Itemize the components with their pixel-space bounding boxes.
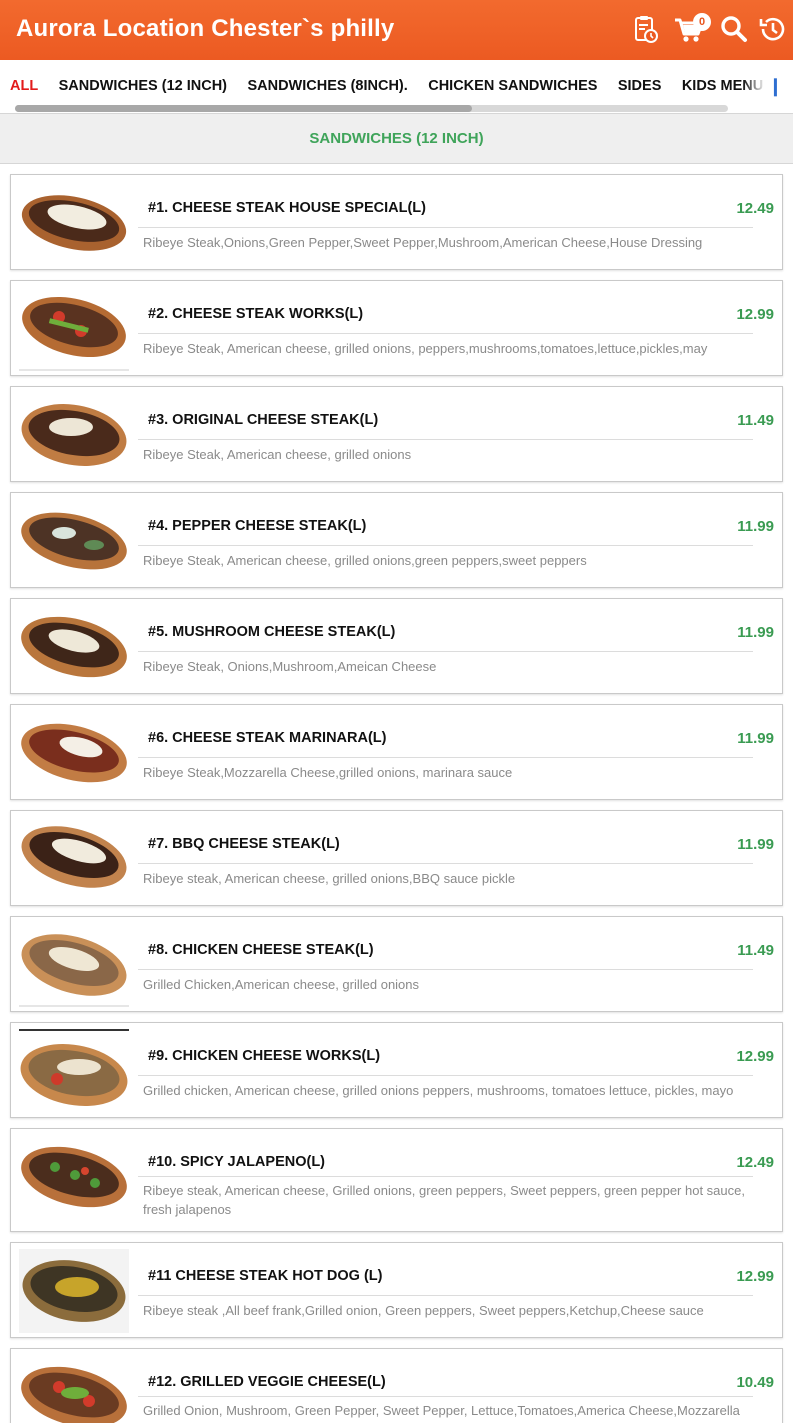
item-description: Ribeye steak, American cheese, Grilled o…: [143, 1183, 745, 1217]
sandwich-image: [19, 1135, 129, 1219]
divider: [138, 227, 753, 228]
sandwich-image: [19, 393, 129, 477]
menu-item[interactable]: #12. GRILLED VEGGIE CHEESE(L) 10.49 Gril…: [10, 1348, 783, 1423]
menu-item[interactable]: #9. CHICKEN CHEESE WORKS(L) 12.99 Grille…: [10, 1022, 783, 1118]
tab-list: ALL SANDWICHES (12 INCH) SANDWICHES (8IN…: [10, 77, 793, 95]
item-description: Ribeye Steak, Onions,Mushroom,Ameican Ch…: [143, 659, 437, 674]
item-price: 11.99: [737, 836, 774, 853]
tabs-scrollbar[interactable]: [15, 105, 472, 112]
sandwich-image: [19, 923, 129, 1007]
section-header: SANDWICHES (12 INCH): [0, 113, 793, 164]
item-description: Ribeye Steak,Mozzarella Cheese,grilled o…: [143, 765, 513, 780]
item-price: 11.49: [737, 412, 774, 429]
item-description: Grilled chicken, American cheese, grille…: [143, 1083, 734, 1098]
item-description: Ribeye steak, American cheese, grilled o…: [143, 871, 516, 886]
tab-sandwiches-8-inch[interactable]: SANDWICHES (8INCH).: [247, 78, 407, 94]
sandwich-image: [19, 817, 129, 901]
sandwich-image: [19, 1249, 129, 1333]
sandwich-image: [19, 605, 129, 689]
sandwich-image: [19, 287, 129, 371]
menu-item[interactable]: #11 CHEESE STEAK HOT DOG (L) 12.99 Ribey…: [10, 1242, 783, 1338]
sandwich-image: [19, 1355, 129, 1423]
tab-sandwiches-12-inch[interactable]: SANDWICHES (12 INCH): [59, 78, 227, 94]
divider: [138, 1176, 753, 1177]
item-name: #2. CHEESE STEAK WORKS(L): [148, 306, 364, 322]
section-title: SANDWICHES (12 INCH): [309, 130, 484, 147]
sandwich-image: [19, 499, 129, 583]
item-name: #4. PEPPER CHEESE STEAK(L): [148, 518, 367, 534]
page-title: Aurora Location Chester`s philly: [16, 15, 395, 42]
divider: [138, 863, 753, 864]
item-name: #5. MUSHROOM CHEESE STEAK(L): [148, 624, 396, 640]
item-price: 12.99: [736, 1268, 774, 1285]
item-name: #3. ORIGINAL CHEESE STEAK(L): [148, 412, 379, 428]
menu-item[interactable]: #7. BBQ CHEESE STEAK(L) 11.99 Ribeye ste…: [10, 810, 783, 906]
divider: [138, 1075, 753, 1076]
item-name: #7. BBQ CHEESE STEAK(L): [148, 836, 340, 852]
menu-item[interactable]: #5. MUSHROOM CHEESE STEAK(L) 11.99 Ribey…: [10, 598, 783, 694]
chevron-right-icon[interactable]: ❙: [768, 76, 783, 97]
menu-item[interactable]: #3. ORIGINAL CHEESE STEAK(L) 11.49 Ribey…: [10, 386, 783, 482]
item-name: #8. CHICKEN CHEESE STEAK(L): [148, 942, 374, 958]
divider: [138, 969, 753, 970]
menu-item-list: #1. CHEESE STEAK HOUSE SPECIAL(L) 12.49 …: [10, 174, 783, 1423]
item-price: 12.99: [736, 306, 774, 323]
divider: [138, 757, 753, 758]
item-description: Ribeye Steak, American cheese, grilled o…: [143, 447, 412, 462]
item-name: #10. SPICY JALAPENO(L): [148, 1154, 326, 1170]
item-description: Ribeye steak ,All beef frank,Grilled oni…: [143, 1303, 704, 1318]
menu-item[interactable]: #10. SPICY JALAPENO(L) 12.49 Ribeye stea…: [10, 1128, 783, 1232]
divider: [138, 651, 753, 652]
menu-item[interactable]: #4. PEPPER CHEESE STEAK(L) 11.99 Ribeye …: [10, 492, 783, 588]
item-name: #6. CHEESE STEAK MARINARA(L): [148, 730, 387, 746]
tab-all[interactable]: ALL: [10, 78, 38, 94]
item-name: #1. CHEESE STEAK HOUSE SPECIAL(L): [148, 200, 426, 216]
item-description: Ribeye Steak, American cheese, grilled o…: [143, 341, 708, 356]
item-price: 12.99: [736, 1048, 774, 1065]
item-name: #9. CHICKEN CHEESE WORKS(L): [148, 1048, 381, 1064]
app-header: Aurora Location Chester`s philly 0: [0, 0, 793, 60]
item-price: 11.99: [737, 730, 774, 747]
menu-item[interactable]: #2. CHEESE STEAK WORKS(L) 12.99 Ribeye S…: [10, 280, 783, 376]
history-icon[interactable]: [758, 14, 786, 44]
item-description: Ribeye Steak, American cheese, grilled o…: [143, 553, 587, 568]
menu-item[interactable]: #8. CHICKEN CHEESE STEAK(L) 11.49 Grille…: [10, 916, 783, 1012]
sandwich-image: [19, 1029, 129, 1113]
menu-item[interactable]: #1. CHEESE STEAK HOUSE SPECIAL(L) 12.49 …: [10, 174, 783, 270]
item-description: Ribeye Steak,Onions,Green Pepper,Sweet P…: [143, 235, 703, 250]
divider: [138, 333, 753, 334]
divider: [138, 545, 753, 546]
item-price: 12.49: [736, 1154, 774, 1171]
divider: [138, 1396, 753, 1397]
menu-item[interactable]: #6. CHEESE STEAK MARINARA(L) 11.99 Ribey…: [10, 704, 783, 800]
divider: [138, 1295, 753, 1296]
item-description: Grilled Onion, Mushroom, Green Pepper, S…: [143, 1403, 740, 1418]
item-name: #11 CHEESE STEAK HOT DOG (L): [148, 1268, 383, 1284]
cart-count-badge: 0: [693, 13, 711, 31]
item-price: 11.49: [737, 942, 774, 959]
divider: [138, 439, 753, 440]
order-status-icon[interactable]: [632, 14, 660, 44]
item-price: 10.49: [736, 1374, 774, 1391]
sandwich-image: [19, 711, 129, 795]
item-description: Grilled Chicken,American cheese, grilled…: [143, 977, 420, 992]
item-price: 11.99: [737, 624, 774, 641]
tab-chicken-sandwiches[interactable]: CHICKEN SANDWICHES: [428, 78, 597, 94]
item-price: 11.99: [737, 518, 774, 535]
item-name: #12. GRILLED VEGGIE CHEESE(L): [148, 1374, 386, 1390]
tab-sides[interactable]: SIDES: [618, 78, 662, 94]
sandwich-image: [19, 181, 129, 265]
item-price: 12.49: [736, 200, 774, 217]
search-icon[interactable]: [720, 14, 748, 44]
